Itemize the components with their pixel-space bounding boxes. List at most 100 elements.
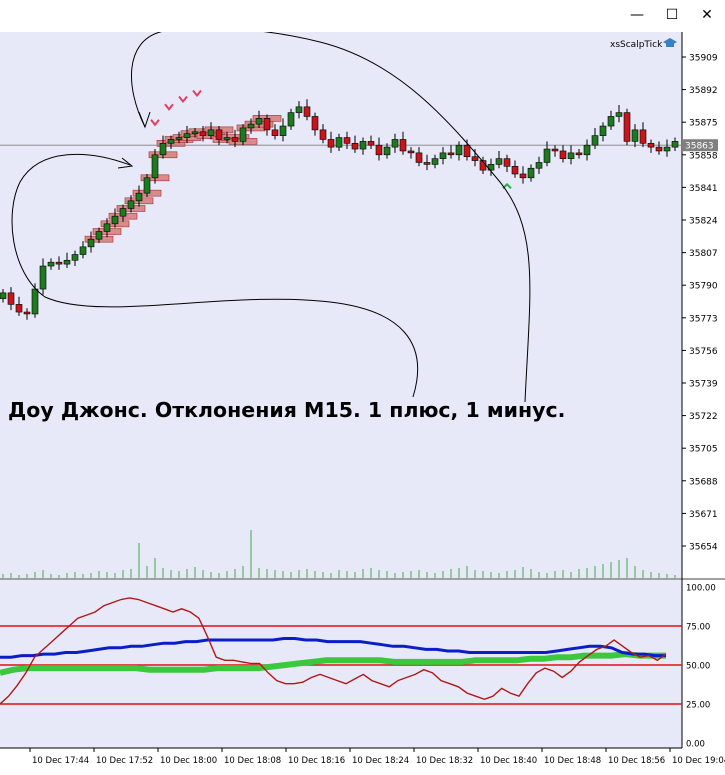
candle-body <box>15 304 23 313</box>
candle-body <box>367 141 375 146</box>
time-tick-label: 10 Dec 17:52 <box>96 756 153 766</box>
candle-body <box>143 177 151 194</box>
price-tick-label: 35875 <box>689 119 718 129</box>
candle-body <box>159 142 167 156</box>
price-tick-label: 35773 <box>689 314 718 324</box>
candle-body <box>39 265 47 290</box>
candle-body <box>615 112 623 117</box>
candle-body <box>527 167 535 179</box>
candle-body <box>207 129 215 136</box>
candle-body <box>399 139 407 152</box>
candle-body <box>447 152 455 156</box>
candle-body <box>287 112 295 127</box>
oscillator-tick-label: 0.00 <box>686 740 705 750</box>
time-axis-ticks: 10 Dec 17:44 10 Dec 17:52 10 Dec 18:00 10 D… <box>29 748 725 766</box>
maximize-icon[interactable]: ☐ <box>664 7 680 23</box>
candle-body <box>335 137 343 148</box>
candle-body <box>319 129 327 140</box>
time-tick-label: 10 Dec 18:48 <box>544 756 601 766</box>
candle-body <box>599 125 607 136</box>
close-icon[interactable]: ✕ <box>699 7 715 23</box>
candle-body <box>215 129 223 140</box>
candle-body <box>31 288 39 315</box>
candle-body <box>63 259 71 265</box>
candle-body <box>23 311 31 315</box>
current-price-value: 35863 <box>685 142 714 152</box>
candle-body <box>471 156 479 161</box>
candle-body <box>439 152 447 159</box>
candle-body <box>119 208 127 217</box>
candle-body <box>535 162 543 169</box>
candle-body <box>359 141 367 150</box>
candle-body <box>151 154 159 179</box>
candle-body <box>263 118 271 131</box>
candle-body <box>135 192 143 202</box>
time-tick-label: 10 Dec 18:08 <box>224 756 281 766</box>
price-tick-label: 35705 <box>689 445 718 455</box>
oscillator-tick-label: 25.00 <box>686 701 710 711</box>
candle-body <box>239 127 247 142</box>
candle-body <box>7 292 15 305</box>
candle-body <box>351 142 359 150</box>
price-tick-label: 35722 <box>689 412 718 422</box>
chart-window[interactable]: 35909 35892 35875 35858 35841 35824 35807 35790… <box>0 27 725 770</box>
candle-body <box>175 137 183 140</box>
price-tick-label: 35892 <box>689 86 718 96</box>
candle-body <box>647 142 655 148</box>
candle-body <box>47 261 55 267</box>
price-tick-label: 35654 <box>689 543 718 553</box>
oscillator-tick-label: 50.00 <box>686 662 710 672</box>
candle-body <box>247 123 255 129</box>
candle-body <box>463 144 471 158</box>
candle-body <box>567 152 575 159</box>
oscillator-tick-label: 75.00 <box>686 623 710 633</box>
price-tick-label: 35841 <box>689 184 718 194</box>
candle-body <box>431 158 439 165</box>
candle-body <box>591 135 599 146</box>
candle-body <box>103 223 111 232</box>
candle-body <box>511 166 519 175</box>
candle-body <box>279 125 287 136</box>
candle-body <box>519 173 527 179</box>
price-chart-svg[interactable]: 35909 35892 35875 35858 35841 35824 35807 35790… <box>0 27 725 770</box>
candle-body <box>271 129 279 136</box>
candle-body <box>375 144 383 156</box>
candle-body <box>623 112 631 142</box>
price-tick-label: 35858 <box>689 151 718 161</box>
candle-body <box>87 238 95 248</box>
candle-body <box>455 144 463 156</box>
candle-body <box>631 129 639 142</box>
candle-body <box>303 106 311 117</box>
candle-body <box>127 200 135 209</box>
time-tick-label: 10 Dec 18:32 <box>416 756 473 766</box>
candle-body <box>223 137 231 140</box>
candle-body <box>559 150 567 159</box>
candle-body <box>191 131 199 135</box>
price-tick-label: 35807 <box>689 249 718 259</box>
candle-body <box>655 146 663 152</box>
oscillator-tick-label: 100.00 <box>686 584 716 594</box>
candle-body <box>55 261 63 265</box>
candle-body <box>71 254 79 261</box>
candle-body <box>423 162 431 165</box>
oscillator-area[interactable] <box>0 580 682 748</box>
time-tick-label: 10 Dec 18:40 <box>480 756 537 766</box>
indicator-name: xsScalpTick <box>610 40 663 50</box>
minimize-icon[interactable]: — <box>629 7 645 23</box>
candle-body <box>255 118 263 125</box>
price-tick-label: 35790 <box>689 282 718 292</box>
time-tick-label: 10 Dec 18:56 <box>608 756 665 766</box>
price-tick-label: 35756 <box>689 347 718 357</box>
candle-body <box>495 158 503 165</box>
candle-body <box>343 137 351 144</box>
candle-body <box>231 137 239 142</box>
candle-body <box>391 139 399 148</box>
candle-body <box>639 129 647 144</box>
main-chart-area[interactable] <box>0 32 682 578</box>
candle-body <box>79 246 87 255</box>
time-tick-label: 10 Dec 18:16 <box>288 756 345 766</box>
time-tick-label: 10 Dec 19:04 <box>672 756 725 766</box>
candle-body <box>543 148 551 163</box>
candle-body <box>503 158 511 167</box>
time-tick-label: 10 Dec 18:24 <box>352 756 409 766</box>
